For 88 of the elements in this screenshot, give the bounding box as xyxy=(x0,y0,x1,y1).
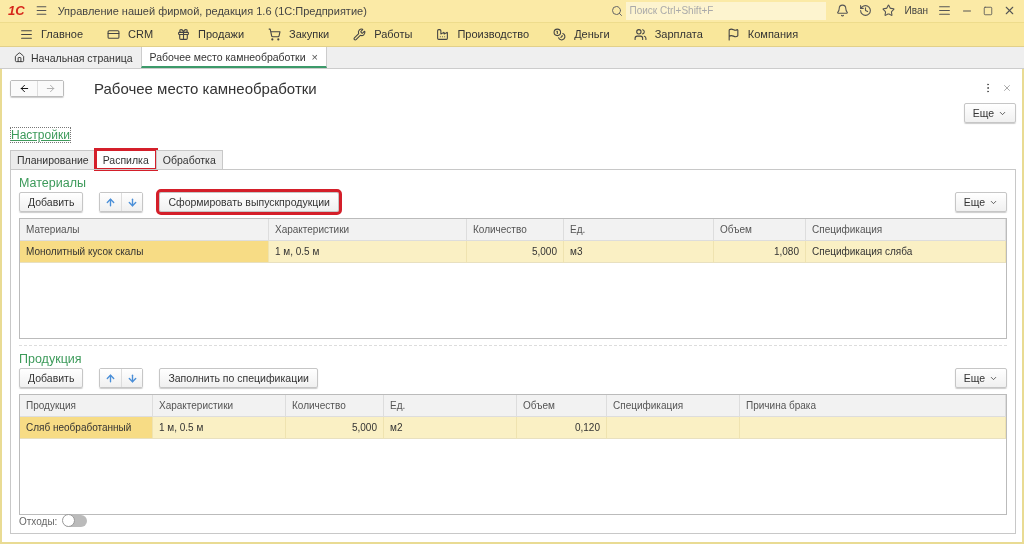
table-cell[interactable]: м2 xyxy=(384,417,517,439)
action-button[interactable]: Сформировать выпускпродукции xyxy=(159,192,339,212)
section-title: Материалы xyxy=(19,176,87,190)
menu-icon xyxy=(20,28,33,41)
table-cell[interactable]: 1 м, 0.5 м xyxy=(153,417,286,439)
column-header[interactable]: Характеристики xyxy=(153,395,286,417)
add-button[interactable]: Добавить xyxy=(19,192,84,212)
move-down-button[interactable] xyxy=(121,193,143,211)
column-header[interactable]: Причина брака xyxy=(740,395,1006,417)
nav-item[interactable]: Деньги xyxy=(541,28,622,41)
column-header[interactable]: Объем xyxy=(517,395,607,417)
more-button[interactable]: Еще xyxy=(954,192,1007,212)
form-tab[interactable]: Распилка xyxy=(95,150,156,169)
column-header[interactable]: Количество xyxy=(467,219,564,241)
nav-item[interactable]: CRM xyxy=(95,28,166,41)
table-cell[interactable]: 0,120 xyxy=(517,417,607,439)
gift-icon xyxy=(177,28,191,41)
nav-item[interactable]: Зарплата xyxy=(621,28,715,41)
flag-icon xyxy=(726,28,740,41)
maximize-icon[interactable] xyxy=(983,5,993,16)
table-cell[interactable]: Монолитный кусок скалы xyxy=(20,241,269,263)
table-cell[interactable]: 1,080 xyxy=(714,241,806,263)
column-header[interactable]: Количество xyxy=(286,395,384,417)
open-tab[interactable]: Рабочее место камнеобработки × xyxy=(140,47,327,68)
arrow-up-icon xyxy=(105,196,117,208)
nav-item[interactable]: Работы xyxy=(341,28,425,41)
open-tab[interactable]: Начальная страница xyxy=(6,47,141,68)
table-cell[interactable] xyxy=(607,417,740,439)
app-logo: 1С xyxy=(8,3,25,19)
column-header[interactable]: Продукция xyxy=(20,395,153,417)
form-title: Рабочее место камнеобработки xyxy=(94,79,318,97)
card-icon xyxy=(107,28,121,41)
nav-item[interactable]: Компания xyxy=(714,28,811,41)
arrow-down-icon xyxy=(126,196,138,208)
nav-item[interactable]: Закупки xyxy=(256,28,342,41)
user-name[interactable]: Иван xyxy=(904,5,928,17)
waste-toggle[interactable] xyxy=(63,515,88,527)
table-cell[interactable]: 5,000 xyxy=(286,417,384,439)
settings-menu-icon[interactable] xyxy=(938,4,951,18)
wrench-icon xyxy=(353,28,367,41)
tab-label: Рабочее место камнеобработки xyxy=(149,50,306,63)
table-cell[interactable]: Спецификация сляба xyxy=(806,241,1006,263)
arrow-up-icon xyxy=(105,372,117,384)
add-button[interactable]: Добавить xyxy=(19,368,84,388)
close-tab-button[interactable]: × xyxy=(311,50,318,63)
nav-item[interactable]: Производство xyxy=(424,28,542,41)
search-field[interactable]: Поиск Ctrl+Shift+F xyxy=(625,1,826,20)
column-header[interactable]: Спецификация xyxy=(806,219,1006,241)
table-cell[interactable] xyxy=(740,417,1006,439)
window-title: Управление нашей фирмой, редакция 1.6 (1С:Предприятие) xyxy=(57,4,368,17)
arrow-down-icon xyxy=(126,372,138,384)
people-icon xyxy=(633,28,647,41)
nav-item[interactable]: Главное xyxy=(8,28,96,41)
column-header[interactable]: Материалы xyxy=(20,219,269,241)
more-button[interactable]: Еще xyxy=(954,368,1007,388)
home-icon xyxy=(14,52,25,64)
more-button[interactable]: Еще xyxy=(963,103,1016,123)
form-tab[interactable]: Обработка xyxy=(155,150,223,169)
table-cell[interactable]: м3 xyxy=(564,241,714,263)
back-button[interactable] xyxy=(11,80,37,96)
arrow-right-icon xyxy=(45,82,56,94)
move-up-button[interactable] xyxy=(100,193,122,211)
column-header[interactable]: Ед. xyxy=(564,219,714,241)
coins-icon xyxy=(553,28,567,41)
cart-icon xyxy=(268,28,282,41)
column-header[interactable]: Объем xyxy=(714,219,806,241)
column-header[interactable]: Характеристики xyxy=(269,219,467,241)
table-cell[interactable]: 1 м, 0.5 м xyxy=(269,241,467,263)
nav-item[interactable]: Продажи xyxy=(165,28,257,41)
settings-link[interactable]: Настройки xyxy=(10,127,71,143)
factory-icon xyxy=(436,28,450,41)
move-down-button[interactable] xyxy=(121,369,143,387)
table-cell[interactable]: Сляб необработанный xyxy=(20,417,153,439)
table-cell[interactable]: 5,000 xyxy=(467,241,564,263)
column-header[interactable]: Ед. xyxy=(384,395,517,417)
history-icon[interactable] xyxy=(858,4,872,18)
arrow-left-icon xyxy=(18,82,30,94)
section-title: Продукция xyxy=(19,352,83,366)
waste-label: Отходы: xyxy=(19,515,58,527)
form-tab[interactable]: Планирование xyxy=(10,150,96,169)
star-icon[interactable] xyxy=(881,4,895,18)
search-icon xyxy=(610,4,623,17)
action-button[interactable]: Заполнить по спецификации xyxy=(159,368,318,388)
menu-icon[interactable] xyxy=(34,4,48,18)
column-header[interactable]: Спецификация xyxy=(607,395,740,417)
tab-label: Начальная страница xyxy=(31,51,133,64)
move-up-button[interactable] xyxy=(100,369,122,387)
bell-icon[interactable] xyxy=(835,4,849,18)
